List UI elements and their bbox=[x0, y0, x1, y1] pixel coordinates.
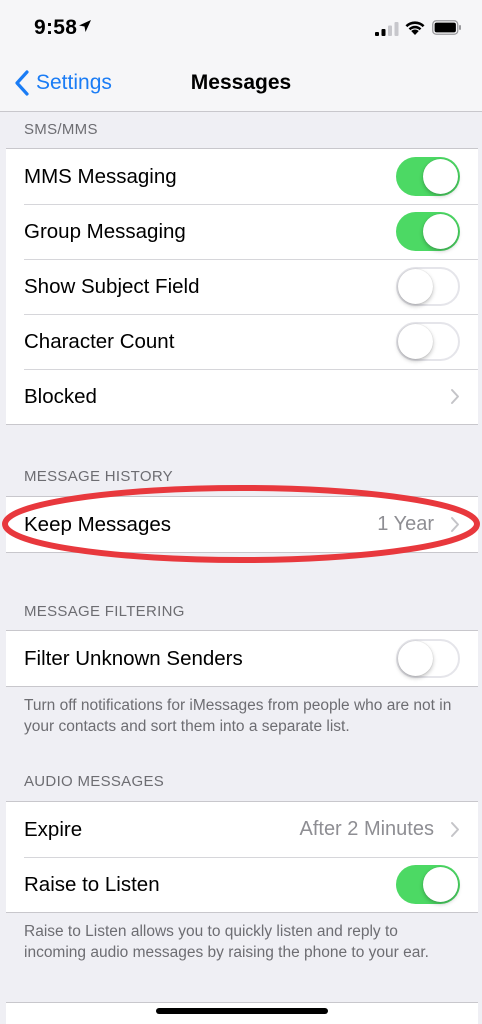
row-label: Keep Messages bbox=[24, 512, 172, 536]
row-label: Expire bbox=[24, 817, 83, 841]
raise-to-listen-toggle[interactable] bbox=[396, 865, 460, 904]
row-show-subject-field[interactable]: Show Subject Field bbox=[6, 259, 478, 314]
wifi-icon bbox=[405, 21, 425, 35]
toggle-knob bbox=[423, 867, 458, 902]
status-bar: 9:58 bbox=[0, 0, 482, 56]
mms-messaging-toggle[interactable] bbox=[396, 157, 460, 196]
row-label: Filter Unknown Senders bbox=[24, 646, 243, 670]
status-time: 9:58 bbox=[34, 16, 78, 39]
page-title: Messages bbox=[190, 71, 292, 94]
battery-icon bbox=[432, 20, 461, 35]
navigation-bar: Settings Messages bbox=[0, 56, 482, 112]
section-header-message-filtering: MESSAGE FILTERING bbox=[24, 603, 185, 620]
row-raise-to-listen[interactable]: Raise to Listen bbox=[6, 857, 478, 912]
chevron-right-icon bbox=[451, 517, 459, 532]
home-indicator bbox=[156, 1008, 328, 1014]
signal-icon bbox=[375, 22, 399, 36]
expire-value: After 2 Minutes bbox=[299, 818, 434, 840]
message-history-group: Keep Messages 1 Year bbox=[6, 496, 478, 553]
message-filtering-group: Filter Unknown Senders bbox=[6, 630, 478, 687]
audio-messages-footer: Raise to Listen allows you to quickly li… bbox=[24, 923, 429, 961]
character-count-toggle[interactable] bbox=[396, 322, 460, 361]
row-label: Character Count bbox=[24, 329, 175, 353]
sms-mms-group: MMS Messaging Group Messaging Show Subje… bbox=[6, 148, 478, 425]
chevron-right-icon bbox=[451, 822, 459, 837]
row-label: Group Messaging bbox=[24, 219, 186, 243]
message-filtering-footer: Turn off notifications for iMessages fro… bbox=[24, 697, 452, 735]
section-header-audio-messages: AUDIO MESSAGES bbox=[24, 773, 165, 790]
row-label: Raise to Listen bbox=[24, 872, 160, 896]
filter-unknown-senders-toggle[interactable] bbox=[396, 639, 460, 678]
location-arrow-icon bbox=[79, 20, 91, 32]
audio-messages-group: Expire After 2 Minutes Raise to Listen bbox=[6, 801, 478, 913]
row-label: MMS Messaging bbox=[24, 164, 177, 188]
row-blocked[interactable]: Blocked bbox=[6, 369, 478, 424]
toggle-knob bbox=[423, 214, 458, 249]
row-character-count[interactable]: Character Count bbox=[6, 314, 478, 369]
toggle-knob bbox=[398, 269, 433, 304]
toggle-knob bbox=[398, 324, 433, 359]
row-label: Blocked bbox=[24, 384, 97, 408]
row-mms-messaging[interactable]: MMS Messaging bbox=[6, 149, 478, 204]
row-expire[interactable]: Expire After 2 Minutes bbox=[6, 802, 478, 857]
show-subject-field-toggle[interactable] bbox=[396, 267, 460, 306]
row-filter-unknown-senders[interactable]: Filter Unknown Senders bbox=[6, 631, 478, 686]
messages-settings-screen: 9:58 Settings Messages SMS/MMS MMS Messa… bbox=[0, 0, 482, 1024]
section-header-message-history: MESSAGE HISTORY bbox=[24, 468, 173, 485]
group-messaging-toggle[interactable] bbox=[396, 212, 460, 251]
row-label: Show Subject Field bbox=[24, 274, 200, 298]
row-keep-messages[interactable]: Keep Messages 1 Year bbox=[6, 497, 478, 552]
toggle-knob bbox=[423, 159, 458, 194]
section-header-sms-mms: SMS/MMS bbox=[24, 121, 98, 138]
toggle-knob bbox=[398, 641, 433, 676]
keep-messages-value: 1 Year bbox=[377, 513, 434, 535]
row-group-messaging[interactable]: Group Messaging bbox=[6, 204, 478, 259]
chevron-right-icon bbox=[451, 389, 459, 404]
